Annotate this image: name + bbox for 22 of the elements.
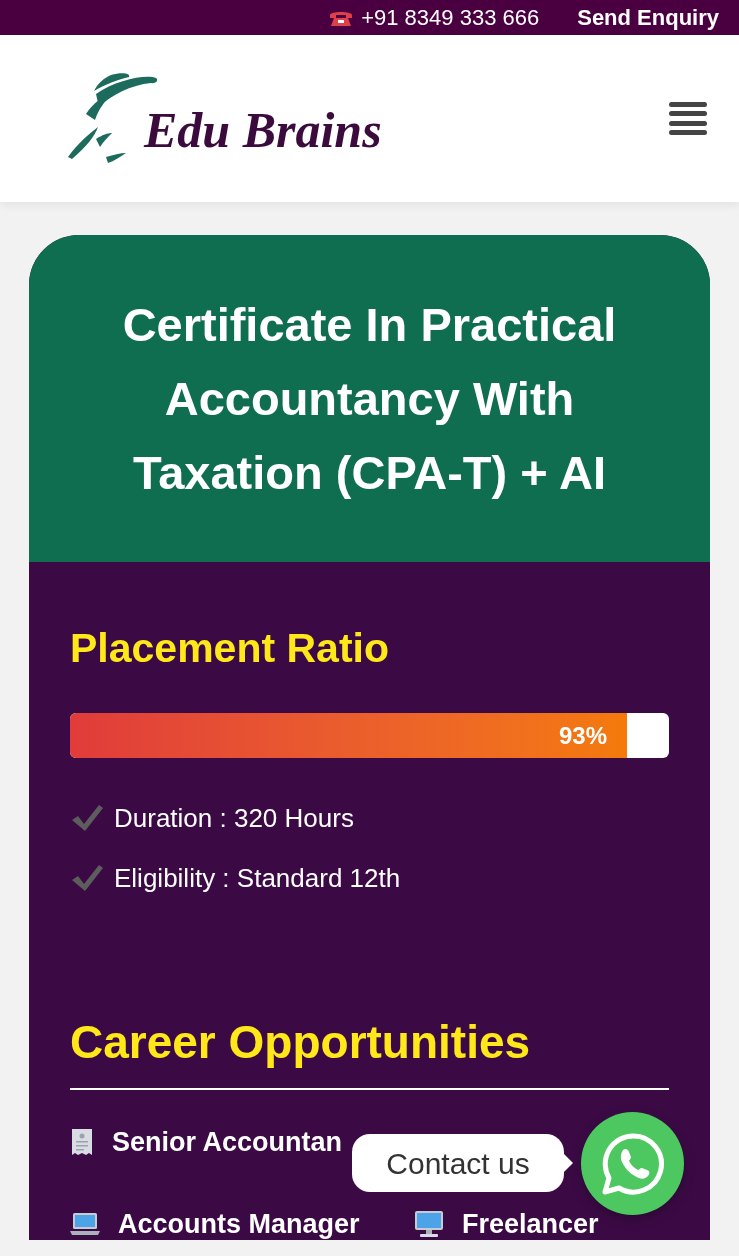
laptop-icon	[70, 1211, 100, 1237]
placement-heading: Placement Ratio	[70, 624, 390, 673]
bubble-pointer-icon	[563, 1153, 573, 1173]
logo-text: Edu Brains	[144, 104, 382, 155]
progress-reading: 93%	[559, 720, 608, 751]
phone-link[interactable]: +91 8349 333 666	[329, 1, 540, 34]
career-item: Freelancer	[462, 1208, 599, 1240]
receipt-icon	[70, 1128, 94, 1156]
course-title: Certificate In Practical Accountancy With Taxation (CPA-T) + AI	[121, 296, 618, 501]
career-item: Senior Accountan	[112, 1126, 343, 1158]
course-fact: Eligibility : Standard 12th	[114, 862, 401, 894]
career-item: Accounts Manager	[118, 1208, 360, 1240]
logo[interactable]: Edu Brains	[66, 68, 382, 169]
whatsapp-icon	[600, 1131, 665, 1196]
menu-icon[interactable]	[669, 99, 707, 138]
send-enquiry-link[interactable]: Send Enquiry	[577, 1, 719, 34]
check-icon	[70, 803, 104, 833]
careers-heading: Career Opportunities	[70, 1015, 532, 1070]
course-fact: Duration : 320 Hours	[114, 802, 354, 834]
contact-bubble[interactable]: Contact us	[352, 1134, 564, 1192]
check-icon	[70, 863, 104, 893]
desktop-icon	[414, 1210, 444, 1238]
